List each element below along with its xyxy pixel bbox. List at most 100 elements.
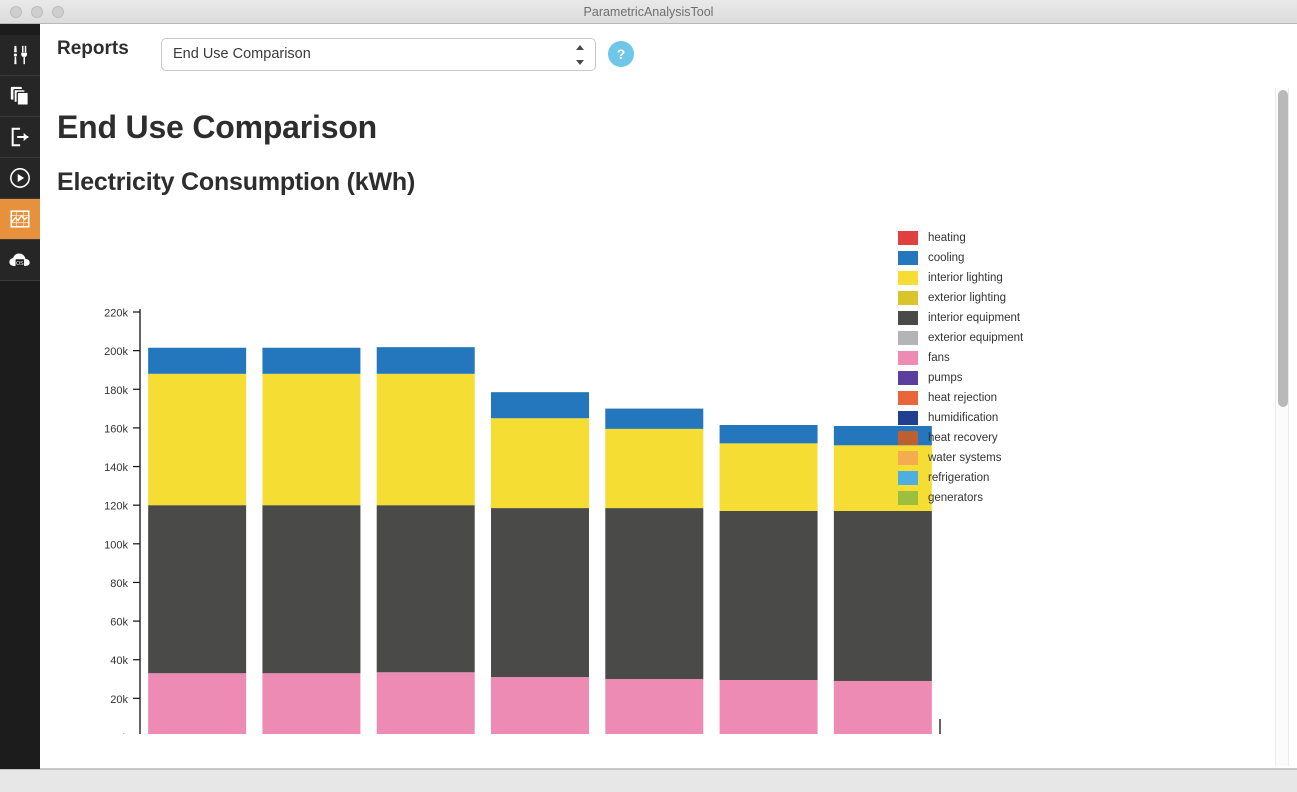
sidebar-item-tools[interactable] bbox=[0, 35, 40, 76]
sidebar-item-export[interactable] bbox=[0, 117, 40, 158]
bar-segment bbox=[262, 673, 360, 734]
legend-swatch bbox=[898, 291, 918, 305]
legend-label: water systems bbox=[928, 452, 1002, 464]
legend-item[interactable]: heating bbox=[898, 228, 1023, 248]
reports-label: Reports bbox=[57, 38, 129, 60]
y-axis-tick-label: 20k bbox=[110, 694, 128, 706]
cloud-os-icon: OS bbox=[8, 249, 32, 271]
legend-swatch bbox=[898, 271, 918, 285]
y-axis-tick-label: 100k bbox=[104, 539, 128, 551]
sidebar-item-cloud[interactable]: OS bbox=[0, 240, 40, 281]
legend-item[interactable]: heat recovery bbox=[898, 428, 1023, 448]
chevron-updown-icon[interactable] bbox=[575, 45, 585, 65]
window-titlebar: ParametricAnalysisTool bbox=[0, 0, 1297, 24]
bar-segment bbox=[262, 348, 360, 374]
legend-item[interactable]: interior equipment bbox=[898, 308, 1023, 328]
bar-segment bbox=[148, 348, 246, 374]
y-axis-tick-label: 180k bbox=[104, 385, 128, 397]
legend-swatch bbox=[898, 231, 918, 245]
y-axis-tick-label: 120k bbox=[104, 501, 128, 513]
legend-swatch bbox=[898, 311, 918, 325]
bar-segment bbox=[491, 508, 589, 677]
legend-item[interactable]: interior lighting bbox=[898, 268, 1023, 288]
sidebar-item-duplicate[interactable] bbox=[0, 76, 40, 117]
bar-segment bbox=[605, 508, 703, 679]
svg-text:OS: OS bbox=[16, 261, 24, 267]
bar-segment bbox=[377, 505, 475, 672]
legend-label: fans bbox=[928, 352, 950, 364]
y-axis-tick-label: 160k bbox=[104, 423, 128, 435]
legend-swatch bbox=[898, 371, 918, 385]
legend-item[interactable]: water systems bbox=[898, 448, 1023, 468]
legend-swatch bbox=[898, 331, 918, 345]
legend-swatch bbox=[898, 251, 918, 265]
report-select-value: End Use Comparison bbox=[173, 46, 311, 62]
bar-segment bbox=[148, 505, 246, 673]
legend-swatch bbox=[898, 411, 918, 425]
legend-item[interactable]: refrigeration bbox=[898, 468, 1023, 488]
bar-segment bbox=[491, 392, 589, 418]
tools-icon bbox=[9, 44, 31, 66]
chart-icon bbox=[9, 208, 31, 230]
legend-item[interactable]: exterior lighting bbox=[898, 288, 1023, 308]
legend-label: humidification bbox=[928, 412, 998, 424]
page-subtitle: Electricity Consumption (kWh) bbox=[57, 168, 415, 197]
legend-label: heating bbox=[928, 232, 966, 244]
bar-segment bbox=[720, 425, 818, 443]
bar-segment bbox=[262, 374, 360, 505]
y-axis-tick-label: 60k bbox=[110, 617, 128, 629]
bar-segment bbox=[377, 672, 475, 734]
application-window: ParametricAnalysisTool bbox=[0, 0, 1297, 792]
legend-label: cooling bbox=[928, 252, 964, 264]
legend-item[interactable]: pumps bbox=[898, 368, 1023, 388]
legend-swatch bbox=[898, 471, 918, 485]
y-axis-tick-label: 40k bbox=[110, 655, 128, 667]
legend-item[interactable]: humidification bbox=[898, 408, 1023, 428]
report-content: End Use Comparison Electricity Consumpti… bbox=[40, 82, 1297, 769]
scrollbar-thumb[interactable] bbox=[1278, 90, 1288, 407]
sidebar-item-reports[interactable] bbox=[0, 199, 40, 240]
y-axis-tick-label: 140k bbox=[104, 462, 128, 474]
legend-item[interactable]: generators bbox=[898, 488, 1023, 508]
bar-segment bbox=[605, 409, 703, 429]
legend-label: interior lighting bbox=[928, 272, 1003, 284]
bar-segment bbox=[377, 347, 475, 374]
bar-segment bbox=[377, 374, 475, 505]
y-axis-tick-label: 200k bbox=[104, 346, 128, 358]
bar-segment bbox=[605, 429, 703, 508]
bar-segment bbox=[148, 673, 246, 734]
legend-item[interactable]: exterior equipment bbox=[898, 328, 1023, 348]
report-select[interactable]: End Use Comparison bbox=[161, 38, 596, 71]
legend-label: exterior equipment bbox=[928, 332, 1023, 344]
legend-label: interior equipment bbox=[928, 312, 1020, 324]
legend-label: refrigeration bbox=[928, 472, 989, 484]
legend-label: heat recovery bbox=[928, 432, 998, 444]
export-arrow-icon bbox=[9, 126, 31, 148]
sidebar: OS bbox=[0, 24, 40, 769]
legend-label: generators bbox=[928, 492, 983, 504]
legend-item[interactable]: heat rejection bbox=[898, 388, 1023, 408]
bar-segment bbox=[720, 443, 818, 511]
copy-icon bbox=[9, 85, 31, 107]
legend-item[interactable]: cooling bbox=[898, 248, 1023, 268]
y-axis-tick-label: 0k bbox=[116, 733, 128, 735]
help-button[interactable]: ? bbox=[608, 41, 634, 67]
bar-segment bbox=[605, 679, 703, 734]
bar-segment bbox=[148, 374, 246, 505]
legend-swatch bbox=[898, 431, 918, 445]
legend-item[interactable]: fans bbox=[898, 348, 1023, 368]
bar-segment bbox=[834, 511, 932, 681]
bar-segment bbox=[720, 511, 818, 680]
bar-segment bbox=[262, 505, 360, 673]
y-axis-tick-label: 80k bbox=[110, 578, 128, 590]
sidebar-item-run[interactable] bbox=[0, 158, 40, 199]
play-icon bbox=[9, 167, 31, 189]
window-title: ParametricAnalysisTool bbox=[0, 0, 1297, 24]
bar-segment bbox=[720, 680, 818, 734]
y-axis-tick-label: 220k bbox=[104, 308, 128, 320]
vertical-scrollbar[interactable] bbox=[1275, 88, 1289, 766]
bar-segment bbox=[834, 681, 932, 734]
legend-label: pumps bbox=[928, 372, 963, 384]
status-bar bbox=[0, 769, 1297, 792]
legend-swatch bbox=[898, 391, 918, 405]
